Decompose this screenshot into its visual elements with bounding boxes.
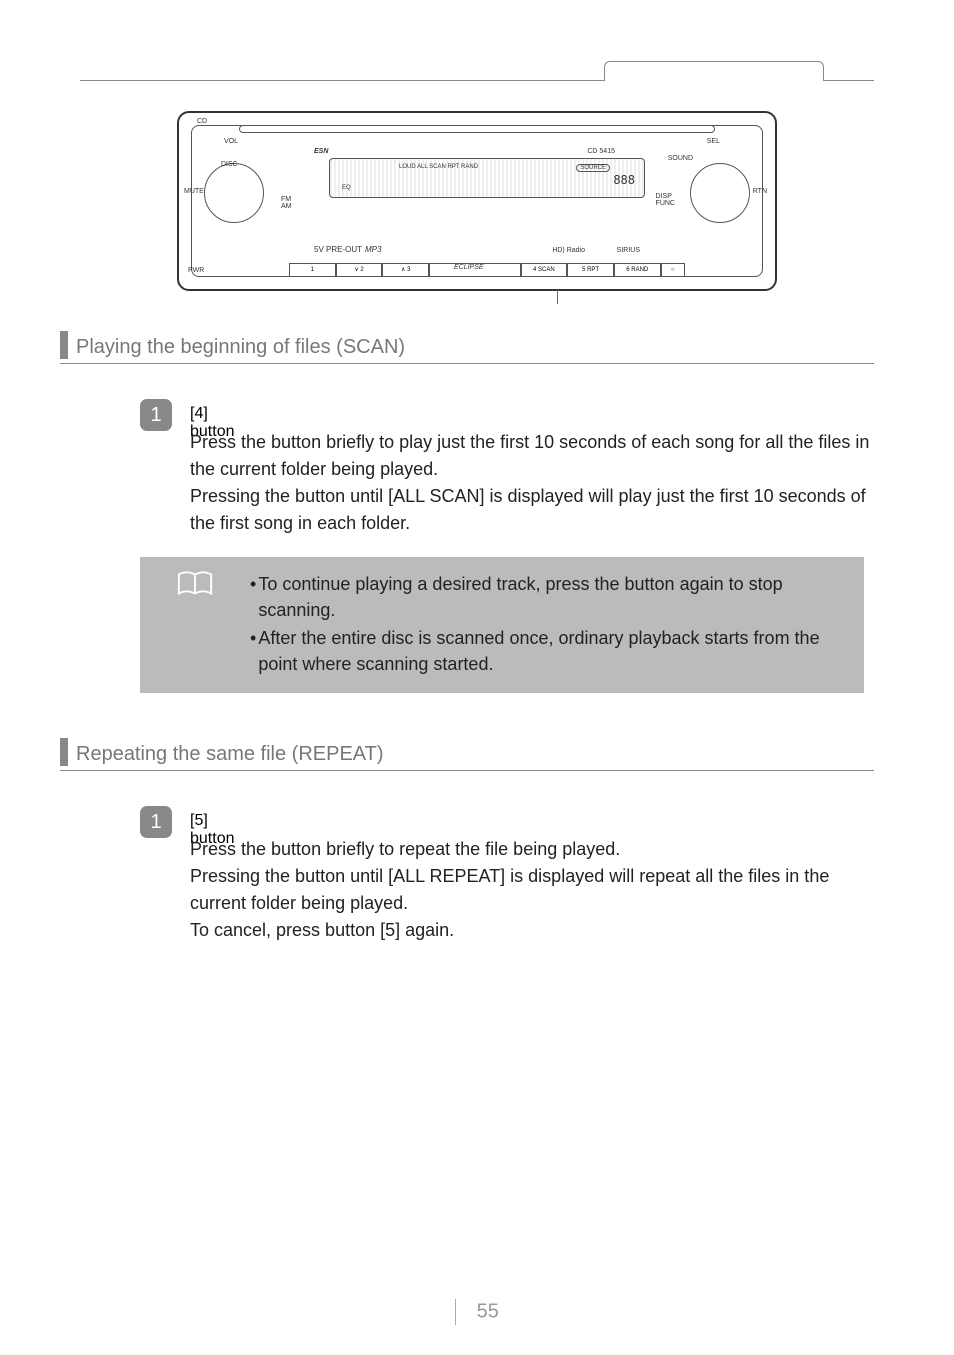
preset-3: ∧ 3 (382, 263, 429, 277)
label-cd: CD (197, 118, 207, 125)
label-rtn: RTN (753, 188, 767, 195)
label-display-888: 888 (613, 173, 635, 187)
label-5v-preout: 5V PRE-OUT (314, 245, 362, 254)
header-rule (80, 80, 874, 81)
scan-note-1: To continue playing a desired track, pre… (258, 571, 850, 623)
page-footer: 55 (0, 1299, 954, 1325)
section-title-repeat: Repeating the same file (REPEAT) (76, 743, 384, 766)
label-mute: MUTE (184, 188, 204, 195)
page-number: 55 (477, 1301, 499, 1323)
preset-4-scan: 4 SCAN (521, 263, 568, 277)
section-title-scan: Playing the beginning of files (SCAN) (76, 336, 405, 359)
label-eq: EQ (342, 185, 351, 191)
label-pwr: PWR (188, 267, 204, 274)
label-mp3: MP3 (365, 245, 381, 254)
preset-1: 1 (289, 263, 336, 277)
label-lcd-indicators: LOUD ALL SCAN RPT RAND (399, 164, 478, 170)
label-sel: SEL (707, 138, 720, 145)
label-sirius: SIRIUS (617, 247, 640, 254)
scan-text-1: Press the button briefly to play just th… (190, 429, 874, 483)
header-tab (604, 61, 824, 81)
section-scan: Playing the beginning of files (SCAN) 1 … (80, 331, 874, 693)
section-bar-icon (60, 331, 68, 359)
repeat-text-1: Press the button briefly to repeat the f… (190, 836, 874, 863)
book-icon (176, 569, 214, 599)
repeat-text-2: Pressing the button until [ALL REPEAT] i… (190, 863, 874, 917)
label-disc: DISC (221, 161, 238, 168)
section-bar-icon (60, 738, 68, 766)
label-model: CD 5415 (587, 148, 615, 155)
preset-blank (429, 263, 520, 277)
preset-2: ∨ 2 (336, 263, 383, 277)
note-box-scan: •To continue playing a desired track, pr… (140, 557, 864, 693)
label-hd-radio: HD) Radio (552, 247, 585, 254)
scan-note-2: After the entire disc is scanned once, o… (258, 625, 850, 677)
preset-5-rpt: 5 RPT (567, 263, 614, 277)
label-disp-func: DISP FUNC (656, 193, 675, 207)
label-fm-am: FM AM (281, 196, 292, 210)
label-esn: ESN (314, 148, 328, 155)
label-vol: VOL (224, 138, 238, 145)
preset-6-rand: 6 RAND (614, 263, 661, 277)
car-stereo-diagram: CD VOL SEL SOUND MUTE DISC FM AM DISP FU… (177, 111, 777, 291)
step-number-1: 1 (140, 806, 172, 838)
scan-text-2: Pressing the button until [ALL SCAN] is … (190, 483, 874, 537)
repeat-text-3: To cancel, press button [5] again. (190, 917, 874, 944)
preset-button-row: 1 ∨ 2 ∧ 3 4 SCAN 5 RPT 6 RAND ○ (289, 263, 685, 277)
step-number-1: 1 (140, 399, 172, 431)
label-sound: SOUND (668, 155, 693, 162)
callout-line (557, 290, 558, 304)
label-source: SOURCE (576, 164, 610, 172)
preset-circle: ○ (661, 263, 685, 277)
section-repeat: Repeating the same file (REPEAT) 1 [5] b… (80, 738, 874, 944)
